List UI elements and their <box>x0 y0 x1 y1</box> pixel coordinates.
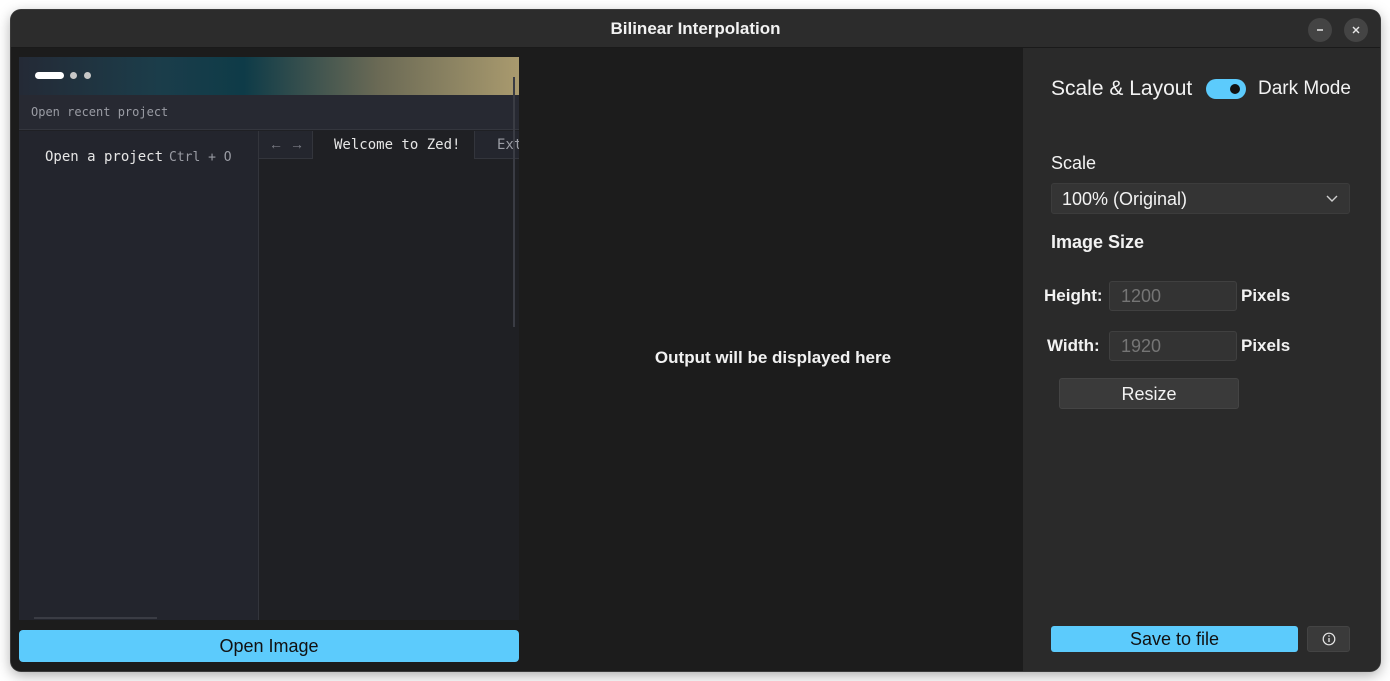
toggle-knob <box>1230 84 1240 94</box>
preview-shortcut: Ctrl + O <box>169 150 232 165</box>
preview-hero-banner <box>19 57 519 95</box>
output-placeholder: Output will be displayed here <box>654 348 892 367</box>
preview-open-project: Open a project <box>45 149 164 165</box>
title-bar[interactable]: Bilinear Interpolation <box>11 10 1380 48</box>
active-dot <box>35 72 64 79</box>
app-window: Bilinear Interpolation Open recent proje… <box>11 10 1380 671</box>
close-button[interactable] <box>1344 18 1368 42</box>
height-unit: Pixels <box>1241 286 1291 305</box>
input-panel: Open recent project Open a project Ctrl … <box>11 48 523 671</box>
preview-tab-active: Welcome to Zed! <box>312 131 475 159</box>
open-image-button[interactable]: Open Image <box>19 630 519 662</box>
chevron-down-icon <box>1326 195 1338 202</box>
settings-panel: Scale & Layout Dark Mode Scale 100% (Ori… <box>1023 48 1380 671</box>
scale-select[interactable]: 100% (Original) <box>1051 183 1350 214</box>
preview-tab-bar: ← → Welcome to Zed! Ext <box>259 131 519 159</box>
preview-tab-label: Welcome to Zed! <box>334 137 461 153</box>
width-unit: Pixels <box>1241 336 1291 355</box>
minimize-icon <box>1317 29 1323 31</box>
image-size-label: Image Size <box>1051 232 1145 252</box>
section-title: Scale & Layout <box>1051 77 1193 100</box>
preview-command-text: Open recent project <box>31 105 169 119</box>
minimize-button[interactable] <box>1308 18 1332 42</box>
dot <box>70 72 77 79</box>
input-image-preview: Open recent project Open a project Ctrl … <box>19 57 519 620</box>
preview-command-bar: Open recent project <box>19 95 519 130</box>
close-icon <box>1352 26 1360 34</box>
preview-scrollbar <box>34 617 157 619</box>
resize-button[interactable]: Resize <box>1059 378 1239 409</box>
save-to-file-button[interactable]: Save to file <box>1051 626 1298 652</box>
dark-mode-toggle[interactable] <box>1206 79 1246 99</box>
preview-editor <box>259 159 519 620</box>
info-icon <box>1322 632 1335 646</box>
dark-mode-label: Dark Mode <box>1258 78 1351 99</box>
height-input[interactable] <box>1109 281 1237 311</box>
output-area: Output will be displayed here <box>523 48 1023 671</box>
arrow-left-icon: ← <box>269 136 283 152</box>
height-label: Height: <box>1044 286 1103 305</box>
preview-vertical-scrollbar <box>513 77 515 327</box>
info-button[interactable] <box>1307 626 1350 652</box>
dot <box>84 72 91 79</box>
arrow-right-icon: → <box>290 136 304 152</box>
preview-sidebar: Open a project Ctrl + O <box>19 131 259 620</box>
scale-select-value: 100% (Original) <box>1062 189 1188 209</box>
window-title: Bilinear Interpolation <box>610 19 781 38</box>
scale-label: Scale <box>1051 153 1097 173</box>
width-input[interactable] <box>1109 331 1237 361</box>
width-label: Width: <box>1047 336 1100 355</box>
preview-tab-next: Ext <box>497 137 519 153</box>
